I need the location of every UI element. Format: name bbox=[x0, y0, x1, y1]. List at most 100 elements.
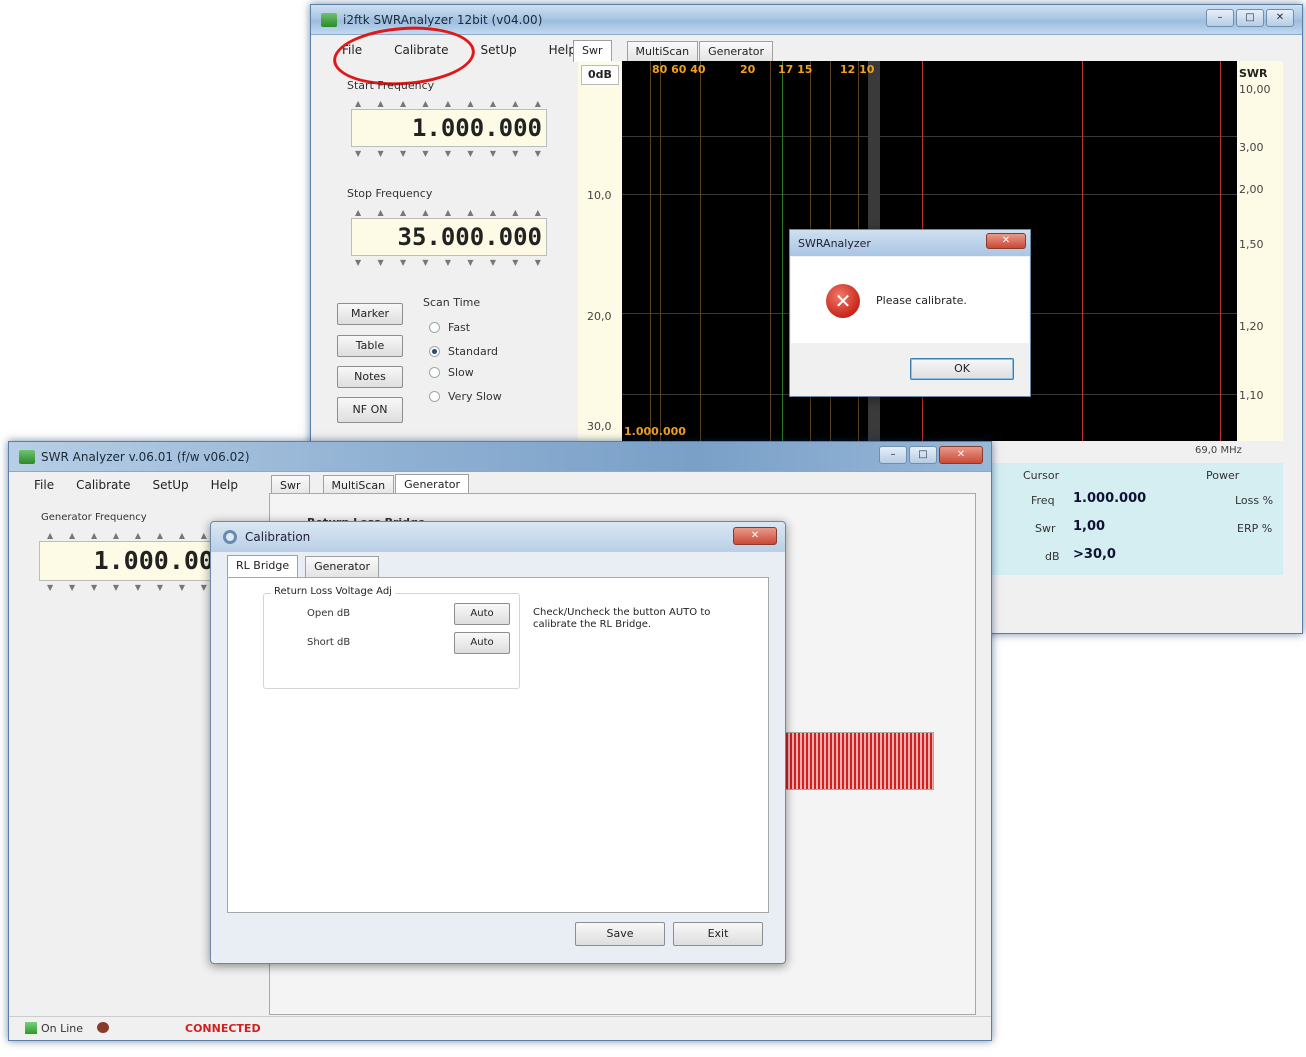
cursor-freq-label: Freq bbox=[1031, 494, 1055, 507]
right-axis-header: SWR bbox=[1239, 67, 1268, 80]
open-auto-button[interactable]: Auto bbox=[454, 603, 510, 625]
scan-fast-radio[interactable]: Fast bbox=[429, 321, 470, 334]
calibration-tabs: RL Bridge Generator bbox=[227, 555, 379, 578]
generator-frequency-display[interactable]: 1.000.00 bbox=[39, 541, 217, 581]
gear-icon bbox=[223, 530, 237, 544]
back-window-title: i2ftk SWRAnalyzer 12bit (v04.00) bbox=[343, 13, 543, 27]
alert-titlebar[interactable]: SWRAnalyzer ✕ bbox=[790, 230, 1030, 256]
tab-swr[interactable]: Swr bbox=[573, 40, 612, 62]
alert-message: Please calibrate. bbox=[876, 294, 967, 307]
right-tick-1-5: 1,50 bbox=[1239, 238, 1264, 251]
online-icon bbox=[25, 1022, 37, 1034]
marker-line bbox=[1082, 61, 1083, 441]
calibration-title: Calibration bbox=[245, 530, 311, 544]
maximize-icon[interactable]: □ bbox=[1236, 9, 1264, 27]
scan-slow-radio[interactable]: Slow bbox=[429, 366, 474, 379]
cursor-freq-value: 1.000.000 bbox=[1073, 491, 1147, 506]
band-label-20: 20 bbox=[740, 63, 756, 76]
alert-dialog: SWRAnalyzer ✕ ✕ Please calibrate. OK bbox=[789, 229, 1031, 397]
short-auto-button[interactable]: Auto bbox=[454, 632, 510, 654]
exit-button[interactable]: Exit bbox=[673, 922, 763, 946]
open-db-label: Open dB bbox=[307, 608, 351, 619]
save-button[interactable]: Save bbox=[575, 922, 665, 946]
connection-icon bbox=[97, 1022, 109, 1033]
stop-frequency-label: Stop Frequency bbox=[347, 187, 433, 200]
menu-setup[interactable]: SetUp bbox=[470, 43, 528, 57]
right-tick-1-2: 1,20 bbox=[1239, 320, 1264, 333]
cursor-swr-value: 1,00 bbox=[1073, 519, 1106, 534]
notes-button[interactable]: Notes bbox=[337, 366, 403, 388]
front-menu-calibrate[interactable]: Calibrate bbox=[65, 478, 141, 492]
right-tick-3: 3,00 bbox=[1239, 141, 1264, 154]
power-title: Power bbox=[1206, 469, 1240, 482]
front-titlebar[interactable]: SWR Analyzer v.06.01 (f/w v06.02) – □ ✕ bbox=[9, 442, 991, 472]
front-minimize-icon[interactable]: – bbox=[879, 446, 907, 464]
left-axis-strip bbox=[578, 61, 622, 441]
waveform-display bbox=[777, 732, 934, 790]
front-maximize-icon[interactable]: □ bbox=[909, 446, 937, 464]
scan-time-label: Scan Time bbox=[423, 296, 481, 309]
gen-freq-up-arrows[interactable]: ▲ ▲ ▲ ▲ ▲ ▲ ▲ ▲ bbox=[47, 531, 207, 540]
start-freq-down-arrows[interactable]: ▼ ▼ ▼ ▼ ▼ ▼ ▼ ▼ ▼ bbox=[355, 149, 541, 158]
nf-on-button[interactable]: NF ON bbox=[337, 397, 403, 423]
scan-veryslow-radio[interactable]: Very Slow bbox=[429, 390, 502, 403]
calibration-help-text: Check/Uncheck the button AUTO to calibra… bbox=[533, 607, 711, 630]
app-icon bbox=[321, 13, 337, 27]
cursor-db-label: dB bbox=[1045, 550, 1060, 563]
start-frequency-label: Start Frequency bbox=[347, 79, 435, 92]
generator-frequency-label: Generator Frequency bbox=[41, 512, 147, 523]
left-tick-20: 20,0 bbox=[587, 310, 612, 323]
back-titlebar[interactable]: i2ftk SWRAnalyzer 12bit (v04.00) – □ ✕ bbox=[311, 5, 1302, 35]
front-close-icon[interactable]: ✕ bbox=[939, 446, 983, 464]
calibration-close-icon[interactable]: ✕ bbox=[733, 527, 777, 545]
marker-line bbox=[1220, 61, 1221, 441]
cal-tab-generator[interactable]: Generator bbox=[305, 556, 379, 578]
table-button[interactable]: Table bbox=[337, 335, 403, 357]
band-line bbox=[700, 61, 701, 441]
band-label-17-15: 17 15 bbox=[778, 63, 813, 76]
grid-line bbox=[622, 194, 1237, 195]
marker-button[interactable]: Marker bbox=[337, 303, 403, 325]
cursor-title: Cursor bbox=[1023, 469, 1060, 482]
front-app-icon bbox=[19, 450, 35, 464]
band-line bbox=[782, 61, 783, 441]
right-tick-10: 10,00 bbox=[1239, 83, 1271, 96]
alert-title: SWRAnalyzer bbox=[798, 237, 871, 250]
front-menu-help[interactable]: Help bbox=[200, 478, 249, 492]
cursor-db-value: >30,0 bbox=[1073, 547, 1116, 562]
close-icon[interactable]: ✕ bbox=[1266, 9, 1294, 27]
alert-ok-button[interactable]: OK bbox=[910, 358, 1014, 380]
right-tick-2: 2,00 bbox=[1239, 183, 1264, 196]
front-menu-file[interactable]: File bbox=[23, 478, 65, 492]
cal-tab-rl-bridge[interactable]: RL Bridge bbox=[227, 555, 299, 577]
calibration-titlebar[interactable]: Calibration ✕ bbox=[211, 522, 785, 552]
cursor-swr-label: Swr bbox=[1035, 522, 1056, 535]
left-tick-10: 10,0 bbox=[587, 189, 612, 202]
left-axis-header: 0dB bbox=[581, 65, 619, 85]
band-line bbox=[770, 61, 771, 441]
gen-freq-down-arrows[interactable]: ▼ ▼ ▼ ▼ ▼ ▼ ▼ ▼ bbox=[47, 583, 207, 592]
stop-freq-up-arrows[interactable]: ▲ ▲ ▲ ▲ ▲ ▲ ▲ ▲ ▲ bbox=[355, 208, 541, 217]
short-db-label: Short dB bbox=[307, 637, 351, 648]
stop-freq-down-arrows[interactable]: ▼ ▼ ▼ ▼ ▼ ▼ ▼ ▼ ▼ bbox=[355, 258, 541, 267]
start-frequency-display[interactable]: 1.000.000 bbox=[351, 109, 547, 147]
scan-standard-radio[interactable]: Standard bbox=[429, 345, 498, 358]
back-tabs: Swr MultiScan Generator bbox=[573, 40, 774, 63]
status-online: On Line bbox=[41, 1022, 84, 1035]
band-line bbox=[660, 61, 661, 441]
calibration-dialog: Calibration ✕ RL Bridge Generator Return… bbox=[210, 521, 786, 964]
band-line bbox=[650, 61, 651, 441]
alert-close-icon[interactable]: ✕ bbox=[986, 233, 1026, 249]
front-menu-setup[interactable]: SetUp bbox=[142, 478, 200, 492]
status-bar bbox=[9, 1016, 991, 1040]
end-frequency-label: 69,0 MHz bbox=[1195, 445, 1242, 456]
start-freq-up-arrows[interactable]: ▲ ▲ ▲ ▲ ▲ ▲ ▲ ▲ ▲ bbox=[355, 99, 541, 108]
minimize-icon[interactable]: – bbox=[1206, 9, 1234, 27]
stop-frequency-display[interactable]: 35.000.000 bbox=[351, 218, 547, 256]
front-window-title: SWR Analyzer v.06.01 (f/w v06.02) bbox=[41, 450, 250, 464]
front-menubar: File Calibrate SetUp Help bbox=[23, 478, 249, 492]
tab-generator[interactable]: Generator bbox=[699, 41, 774, 63]
power-loss-label: Loss % bbox=[1235, 494, 1274, 507]
tab-multiscan[interactable]: MultiScan bbox=[626, 41, 699, 63]
error-icon: ✕ bbox=[826, 284, 860, 318]
